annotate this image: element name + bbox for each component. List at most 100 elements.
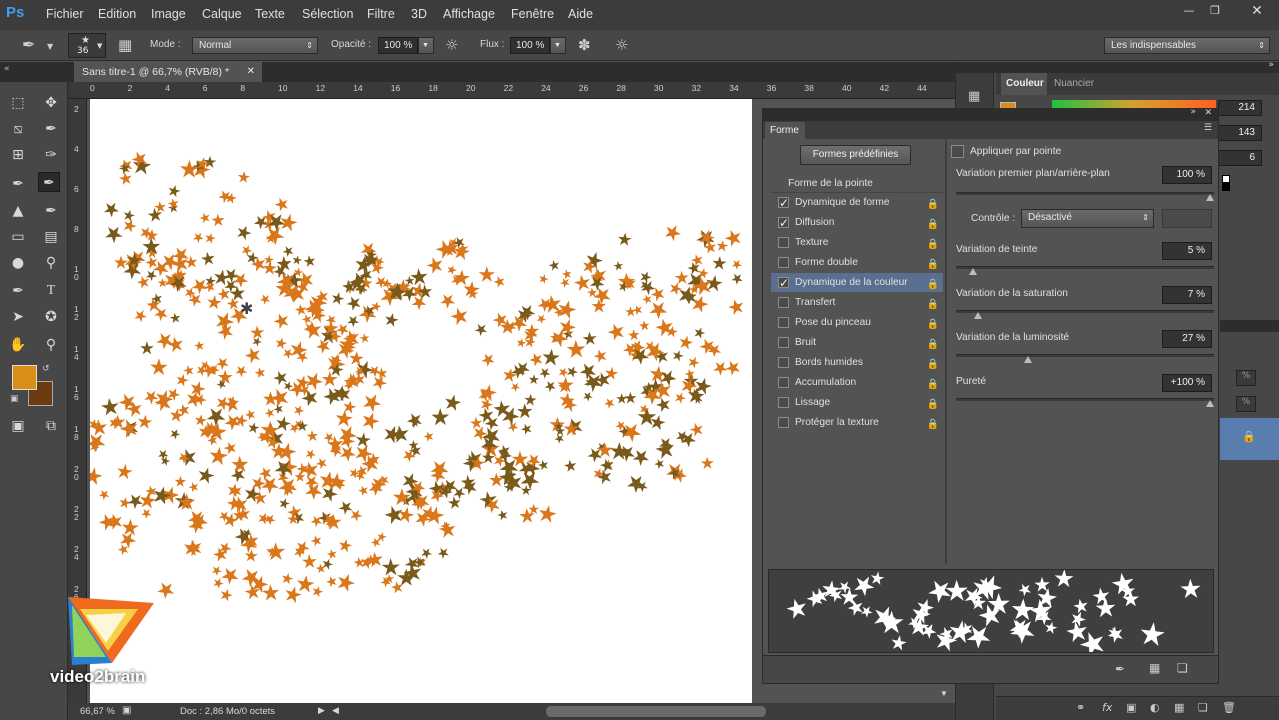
brush-tool-icon[interactable]: ✒ xyxy=(22,37,35,53)
menu-image[interactable]: Image xyxy=(151,7,186,21)
lock-icon[interactable]: 🔒 xyxy=(927,375,939,394)
toggle-hardness-icon[interactable]: ✒ xyxy=(1115,662,1125,676)
new-preset-icon[interactable]: ❏ xyxy=(1177,661,1188,675)
lock-icon[interactable]: 🔒 xyxy=(927,415,939,434)
blue-value[interactable]: 6 xyxy=(1218,150,1262,166)
trash-icon[interactable]: 🗑 xyxy=(1222,701,1236,714)
quick-mask-icon[interactable]: ▣ xyxy=(7,416,29,436)
lock-icon[interactable]: 🔒 xyxy=(927,275,939,294)
fg-bg-jitter-value[interactable]: 100 % xyxy=(1162,166,1212,184)
lock-icon[interactable]: 🔒 xyxy=(927,315,939,334)
apply-per-tip-checkbox[interactable] xyxy=(951,145,964,158)
saturation-jitter-slider[interactable] xyxy=(956,310,1214,313)
lock-icon[interactable]: 🔒 xyxy=(927,355,939,374)
fx-icon[interactable]: fx xyxy=(1102,701,1112,714)
setting-checkbox[interactable] xyxy=(778,237,789,248)
black-swatch[interactable] xyxy=(1222,183,1230,191)
brush-panel-titlebar[interactable]: » ✕ xyxy=(763,107,1218,121)
lock-icon[interactable]: 🔒 xyxy=(927,215,939,234)
flux-dropdown[interactable]: ▼ xyxy=(550,37,566,54)
history-panel-icon[interactable]: ▦ xyxy=(968,89,980,104)
new-layer-icon[interactable]: ❏ xyxy=(1198,701,1208,714)
menu-filtre[interactable]: Filtre xyxy=(367,7,395,21)
brush-setting-item[interactable]: Bruit 🔒 xyxy=(771,333,943,352)
screen-mode-icon[interactable]: ⧉ xyxy=(40,416,62,436)
pressure-size-icon[interactable]: ☼ xyxy=(615,38,628,53)
pressure-opacity-icon[interactable]: ☼ xyxy=(445,38,458,53)
menu-fichier[interactable]: Fichier xyxy=(46,7,84,21)
minimize-icon[interactable]: — xyxy=(1178,3,1200,19)
lock-icon[interactable]: 🔒 xyxy=(927,195,939,214)
setting-checkbox[interactable] xyxy=(778,337,789,348)
close-panel-icon[interactable]: ✕ xyxy=(1204,108,1212,118)
lock-icon[interactable]: 🔒 xyxy=(927,295,939,314)
gradient-tool-icon[interactable]: ▤ xyxy=(40,227,62,247)
document-tab[interactable]: Sans titre-1 @ 66,7% (RVB/8) * ✕ xyxy=(74,62,262,82)
dodge-tool-icon[interactable]: ⚲ xyxy=(40,253,62,273)
setting-checkbox[interactable] xyxy=(778,214,789,233)
path-selection-tool-icon[interactable]: ➤ xyxy=(7,307,29,327)
pen-tool-icon[interactable]: ✒ xyxy=(7,281,29,301)
collapse-panel-icon[interactable]: » xyxy=(1190,107,1196,117)
brush-setting-item[interactable]: Protéger la texture 🔒 xyxy=(771,413,943,432)
menu-calque[interactable]: Calque xyxy=(202,7,242,21)
status-menu-arrow-icon[interactable]: ▶ xyxy=(318,705,325,716)
green-value[interactable]: 143 xyxy=(1218,125,1262,141)
adjustment-layer-icon[interactable]: ◐ xyxy=(1150,701,1160,714)
expand-icon[interactable]: » xyxy=(1268,60,1274,70)
tab-forme[interactable]: Forme xyxy=(765,122,805,139)
fg-bg-jitter-slider[interactable] xyxy=(956,192,1214,195)
saturation-jitter-value[interactable]: 7 % xyxy=(1162,286,1212,304)
brush-setting-item[interactable]: Diffusion 🔒 xyxy=(771,213,943,234)
opacity-mini-field[interactable]: % xyxy=(1236,370,1256,386)
eyedropper-tool-icon[interactable]: ✑ xyxy=(40,145,62,165)
brush-setting-item[interactable]: Texture 🔒 xyxy=(771,233,943,252)
default-colors-icon[interactable]: ▣ xyxy=(10,394,19,404)
lasso-tool-icon[interactable]: ⧅ xyxy=(7,119,29,139)
scroll-down-icon[interactable]: ▼ xyxy=(940,689,948,698)
layer-row-selected[interactable]: 🔒 xyxy=(1220,418,1279,460)
slider-thumb[interactable] xyxy=(1023,356,1032,363)
healing-brush-tool-icon[interactable]: ✒ xyxy=(7,174,29,194)
opacity-dropdown[interactable]: ▼ xyxy=(418,37,434,54)
purity-value[interactable]: +100 % xyxy=(1162,374,1212,392)
slider-thumb[interactable] xyxy=(1206,194,1214,201)
status-icon[interactable]: ▣ xyxy=(122,705,131,716)
setting-checkbox[interactable] xyxy=(778,274,789,293)
slider-thumb[interactable] xyxy=(1206,400,1214,407)
setting-checkbox[interactable] xyxy=(778,317,789,328)
close-icon[interactable]: ✕ xyxy=(1242,3,1272,19)
type-tool-icon[interactable]: T xyxy=(40,281,62,301)
brush-setting-item[interactable]: Pose du pinceau 🔒 xyxy=(771,313,943,332)
marquee-tool-icon[interactable]: ⬚ xyxy=(7,93,29,113)
brush-setting-item[interactable]: Transfert 🔒 xyxy=(771,293,943,312)
panel-menu-icon[interactable]: ☰ xyxy=(1204,123,1212,133)
horizontal-scrollbar[interactable] xyxy=(546,706,766,717)
collapse-icon[interactable]: « xyxy=(4,64,10,74)
menu-texte[interactable]: Texte xyxy=(255,7,285,21)
setting-checkbox[interactable] xyxy=(778,377,789,388)
lock-icon[interactable]: 🔒 xyxy=(927,335,939,354)
tab-nuancier[interactable]: Nuancier xyxy=(1054,73,1094,95)
grid-icon[interactable]: ▦ xyxy=(1149,661,1160,675)
brush-setting-item[interactable]: Forme double 🔒 xyxy=(771,253,943,272)
brush-preset-picker[interactable]: ★ 36 ▼ xyxy=(68,33,106,58)
brush-setting-item[interactable]: Dynamique de forme 🔒 xyxy=(771,193,943,214)
brush-setting-item[interactable]: Bords humides 🔒 xyxy=(771,353,943,372)
brush-setting-item[interactable]: Dynamique de la couleur 🔒 xyxy=(771,273,943,294)
restore-icon[interactable]: ❐ xyxy=(1204,3,1226,19)
brightness-jitter-value[interactable]: 27 % xyxy=(1162,330,1212,348)
close-tab-icon[interactable]: ✕ xyxy=(247,62,255,82)
setting-checkbox[interactable] xyxy=(778,297,789,308)
hue-jitter-slider[interactable] xyxy=(956,266,1214,269)
opacity-field[interactable]: 100 % xyxy=(378,37,418,54)
brush-setting-item[interactable]: Accumulation 🔒 xyxy=(771,373,943,392)
menu-aide[interactable]: Aide xyxy=(568,7,593,21)
zoom-tool-icon[interactable]: ⚲ xyxy=(40,335,62,355)
menu-affichage[interactable]: Affichage xyxy=(443,7,495,21)
canvas[interactable]: ✱ xyxy=(90,99,752,703)
brush-tool-active-icon[interactable]: ✒ xyxy=(38,172,60,192)
chevron-down-icon[interactable]: ▼ xyxy=(47,40,53,54)
slider-thumb[interactable] xyxy=(973,312,982,319)
brush-panel-toggle-icon[interactable]: ▦ xyxy=(118,38,132,53)
